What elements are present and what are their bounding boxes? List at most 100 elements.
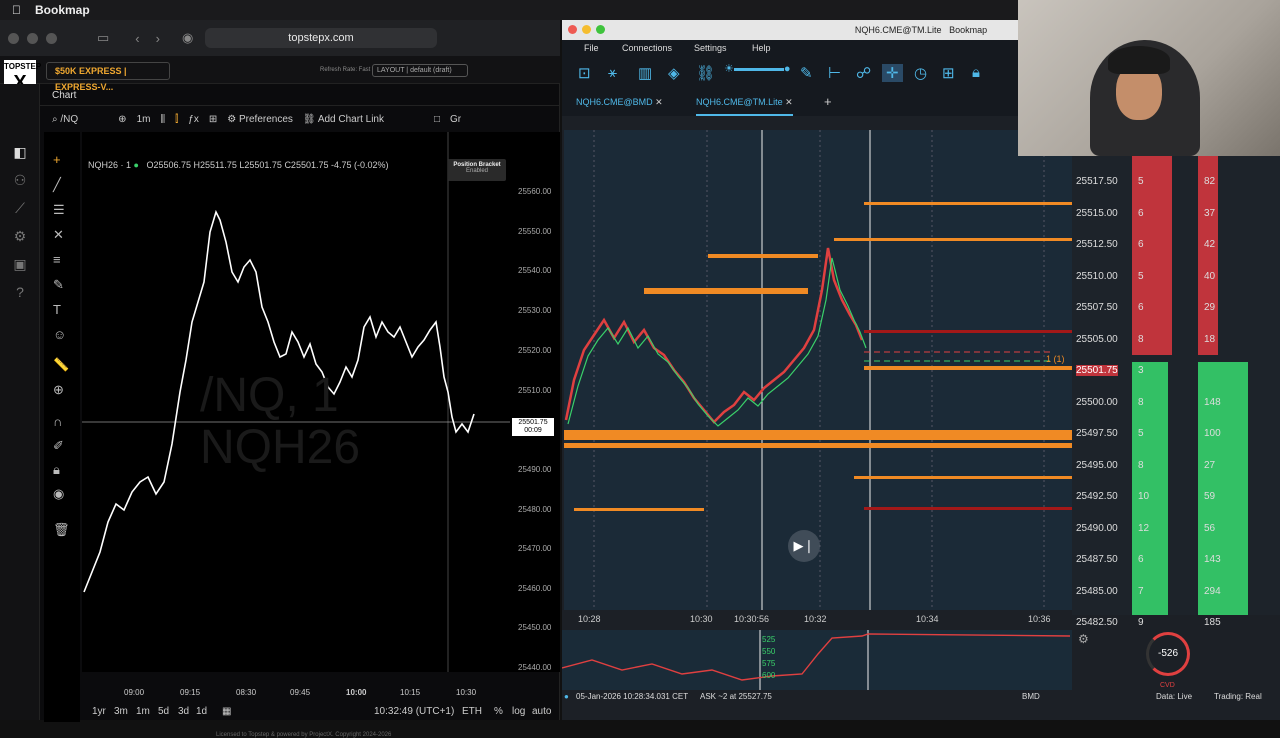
fullscreen-icon[interactable]: □ [434, 114, 440, 125]
add-tab-icon[interactable]: + [824, 94, 832, 109]
clock-icon[interactable]: ◷ [914, 64, 927, 82]
range-3d[interactable]: 3d [178, 706, 189, 717]
zoom-window-dot[interactable] [46, 32, 57, 44]
screenshot-icon[interactable]: ⊡ [578, 64, 591, 82]
layouts-grid-icon[interactable]: ⊞ [209, 114, 217, 125]
range-1d[interactable]: 1d [196, 706, 207, 717]
ladder-row[interactable]: 25482.50 9 185 [1076, 617, 1276, 628]
grid-menu[interactable]: Gr [450, 114, 461, 125]
ladder-row[interactable]: 25497.50 5 100 [1076, 428, 1276, 439]
layout-icon[interactable]: ⊞ [942, 64, 955, 82]
menu-file[interactable]: File [584, 43, 599, 53]
add-symbol-icon[interactable]: ⊕ [118, 114, 126, 125]
close-tab-icon[interactable]: ✕ [785, 97, 793, 107]
fib-icon[interactable]: ≡ [53, 252, 61, 267]
lock-icon[interactable]: 🔒︎ [972, 64, 980, 81]
symbol-search[interactable]: ⌕ /NQ [52, 114, 78, 125]
ruler-icon[interactable]: 📏 [53, 357, 69, 373]
pattern-icon[interactable]: ✕ [53, 227, 64, 243]
minimize-window-dot[interactable] [27, 32, 38, 44]
eth-toggle[interactable]: ETH [462, 706, 482, 717]
ladder-row[interactable]: 25505.00 8 18 [1076, 334, 1276, 345]
help-nav-icon[interactable]: ? [10, 284, 30, 304]
ladder-row[interactable]: 25490.00 12 56 [1076, 523, 1276, 534]
ladder-row[interactable]: 25500.00 8 148 [1076, 397, 1276, 408]
ladder-row[interactable]: 25501.75 3 [1076, 365, 1276, 376]
range-5d[interactable]: 5d [158, 706, 169, 717]
emoji-icon[interactable]: ☺ [53, 327, 66, 342]
zoom-window-dot[interactable] [596, 25, 605, 34]
analytics-nav-icon[interactable]: ⟋ [10, 200, 30, 220]
apple-icon[interactable]:  [12, 3, 21, 17]
account-selector[interactable]: $50K EXPRESS | EXPRESS-V... [46, 62, 170, 92]
pencil-lock-icon[interactable]: ✐ [53, 438, 64, 454]
indicators-icon[interactable]: ▥ [638, 64, 652, 82]
close-window-dot[interactable] [568, 25, 577, 34]
layout-selector[interactable]: LAYOUT | default (draft) [372, 64, 468, 77]
brush-icon[interactable]: ✎ [53, 277, 64, 293]
chat-icon[interactable]: ☍ [856, 64, 871, 82]
position-bracket-badge[interactable]: Position Bracket Enabled [448, 159, 506, 181]
menubar-app-name[interactable]: Bookmap [35, 3, 90, 17]
text-tool-icon[interactable]: T [53, 302, 61, 317]
settings-gear-icon[interactable]: ⚙ [1078, 632, 1089, 646]
settings-nav-icon[interactable]: ⚙ [10, 228, 30, 248]
crosshair-icon[interactable]: ✛ [882, 64, 903, 82]
link-icon[interactable]: ⛓ [696, 64, 715, 82]
menu-help[interactable]: Help [752, 43, 771, 53]
ladder-row[interactable]: 25485.00 7 294 [1076, 586, 1276, 597]
indicators-icon[interactable]: ƒx [188, 114, 199, 125]
pencil-icon[interactable]: ✎ [800, 64, 813, 82]
preferences-button[interactable]: ⚙ Preferences [227, 114, 293, 125]
ladder-row[interactable]: 25507.50 6 29 [1076, 302, 1276, 313]
close-window-dot[interactable] [8, 32, 19, 44]
privacy-shield-icon[interactable]: ◉ [182, 30, 193, 46]
lock-icon[interactable]: 🔒︎ [53, 462, 60, 478]
measure-icon[interactable]: ⊢ [828, 64, 841, 82]
percent-toggle[interactable]: % [494, 706, 503, 717]
candles-style-icon[interactable]: ⫿ [175, 114, 178, 125]
sidebar-toggle-icon[interactable]: ▭ [97, 30, 109, 46]
horizontal-lines-icon[interactable]: ☰ [53, 202, 65, 218]
back-icon[interactable]: ‹ [135, 31, 139, 46]
users-nav-icon[interactable]: ⚇ [10, 172, 30, 192]
auto-toggle[interactable]: auto [532, 706, 551, 717]
eye-icon[interactable]: ◉ [53, 486, 64, 502]
minimize-window-dot[interactable] [582, 25, 591, 34]
share-icon[interactable]: ⚹ [608, 64, 617, 81]
ladder-row[interactable]: 25495.00 8 27 [1076, 460, 1276, 471]
ladder-row[interactable]: 25512.50 6 42 [1076, 239, 1276, 250]
time-axis[interactable]: 09:00 09:15 08:30 09:45 10:00 10:15 10:3… [82, 684, 552, 704]
replay-play-button[interactable]: ▶❘ [788, 530, 820, 562]
trash-icon[interactable]: 🗑︎ [53, 522, 70, 538]
close-tab-icon[interactable]: ✕ [655, 97, 663, 107]
dom-icon[interactable]: ◈ [668, 64, 680, 82]
tab-bmd[interactable]: NQH6.CME@BMD ✕ [576, 97, 663, 108]
tv-nav-icon[interactable]: ▣ [10, 256, 30, 276]
range-3m[interactable]: 3m [114, 706, 128, 717]
ladder-row[interactable]: 25510.00 5 40 [1076, 271, 1276, 282]
chart-tab[interactable]: Chart [40, 86, 560, 106]
menu-settings[interactable]: Settings [694, 43, 727, 53]
ladder-row[interactable]: 25517.50 5 82 [1076, 176, 1276, 187]
bars-style-icon[interactable]: ⫼ [160, 114, 165, 125]
range-1m[interactable]: 1m [136, 706, 150, 717]
interval-button[interactable]: 1m [137, 114, 151, 125]
price-axis[interactable]: 25560.00 25550.00 25540.00 25530.00 2552… [510, 132, 560, 672]
zoom-in-icon[interactable]: ⊕ [53, 382, 64, 398]
magnet-icon[interactable]: ∩ [53, 414, 62, 429]
add-chart-link-button[interactable]: ⛓ Add Chart Link [303, 114, 384, 125]
trend-line-icon[interactable]: ╱ [53, 177, 61, 193]
tab-tm-lite[interactable]: NQH6.CME@TM.Lite ✕ [696, 97, 793, 116]
chart-nav-icon[interactable]: ◧ [10, 144, 30, 164]
ladder-row[interactable]: 25515.00 6 37 [1076, 208, 1276, 219]
crosshair-icon[interactable]: + [53, 152, 61, 167]
calendar-icon[interactable]: ▦ [222, 706, 231, 717]
url-bar[interactable]: topstepx.com [205, 28, 437, 48]
cvd-panel[interactable]: 525 550 575 600 [561, 630, 1072, 690]
brightness-slider[interactable]: ☀ ● [724, 62, 791, 75]
forward-icon[interactable]: › [156, 31, 160, 46]
log-toggle[interactable]: log [512, 706, 525, 717]
range-1yr[interactable]: 1yr [92, 706, 106, 717]
ladder-row[interactable]: 25487.50 6 143 [1076, 554, 1276, 565]
